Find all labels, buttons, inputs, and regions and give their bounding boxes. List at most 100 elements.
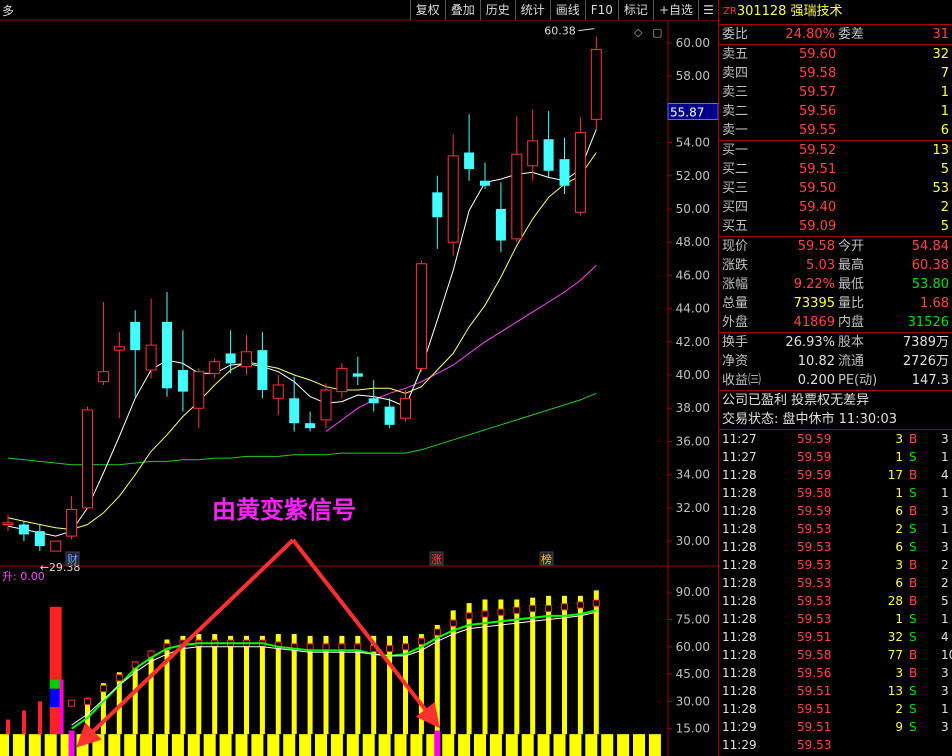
trade-row-13: 11:28 59.56 3 B 3 xyxy=(719,664,952,682)
trade-price: 59.53 xyxy=(797,576,832,590)
toolbar-button-7[interactable]: +自选 xyxy=(652,0,698,20)
share-row-2: 收益㈢ 0.200 PE(动) 147.3 xyxy=(719,371,952,390)
ind-left-bar-0 xyxy=(6,719,10,735)
share-stats: 换手 26.93% 股本 7389万 净资 10.82 流通 2726万 收益㈢ 0.200 PE(… xyxy=(719,333,952,391)
candle-body-12 xyxy=(193,371,205,409)
stat-row-1: 涨跌 5.03 最高 60.38 xyxy=(719,256,952,275)
kline-chart-svg[interactable]: 60.0058.0056.0054.0052.0050.0048.0046.00… xyxy=(0,0,718,756)
trade-volume: 1 xyxy=(895,612,903,626)
tick-trades-list[interactable]: 11:27 59.59 3 B 3 11:27 59.59 1 S 1 11:28 59.59 17 B 4… xyxy=(719,430,952,754)
ma5-line xyxy=(7,129,597,537)
stat-value-1: 59.58 xyxy=(797,239,835,254)
trade-volume: 1 xyxy=(895,486,903,500)
candle-body-31 xyxy=(495,208,506,241)
trade-time: 11:29 xyxy=(722,738,757,752)
signal-arrow-right xyxy=(291,538,440,729)
ind-mid-box-20 xyxy=(322,643,330,651)
trade-direction: B xyxy=(909,648,918,662)
ind-base-bar-24 xyxy=(378,734,391,756)
toolbar-button-4[interactable]: 画线 xyxy=(549,0,585,20)
toolbar-button-0[interactable]: 复权 xyxy=(409,0,445,20)
stock-header[interactable]: ZR301128 强瑞技术 xyxy=(719,0,952,25)
candle-body-10 xyxy=(162,321,172,389)
stat-row-0: 现价 59.58 今开 54.84 xyxy=(719,237,952,256)
bid-volume: 5 xyxy=(940,219,949,234)
ind-tall-bar-37 xyxy=(593,590,599,735)
ind-base-bar-34 xyxy=(537,734,550,756)
ask-volume: 6 xyxy=(940,123,949,138)
trade-volume: 1 xyxy=(895,450,903,464)
trade-row-16: 11:29 59.51 9 S 3 xyxy=(719,718,952,736)
trade-time: 11:28 xyxy=(722,504,757,518)
trade-price: 59.51 xyxy=(797,630,832,644)
bid-price: 59.09 xyxy=(799,219,837,234)
trade-direction: S xyxy=(909,720,917,734)
signal-annotation: 由黄变紫信号 xyxy=(212,496,356,524)
candle-body-29 xyxy=(464,152,475,170)
grid-menu-icon[interactable]: ☰ xyxy=(698,0,718,20)
ind-base-bar-26 xyxy=(410,734,423,756)
ind-mid-box-25 xyxy=(402,643,409,651)
trade-time: 11:28 xyxy=(722,630,757,644)
trade-direction: S xyxy=(909,684,917,698)
price-tick-label-1: 58.00 xyxy=(676,69,710,83)
ind-tall-bar-31 xyxy=(498,599,504,735)
toolbar-button-2[interactable]: 历史 xyxy=(479,0,515,20)
candle-body-2 xyxy=(34,531,45,547)
stat-value-2: 1.68 xyxy=(920,296,949,311)
stat-label-1: 涨幅 xyxy=(722,277,749,292)
trade-direction: B xyxy=(909,594,918,608)
ind-base-bar-12 xyxy=(187,734,200,756)
ind-pink-bar xyxy=(59,679,64,735)
stat-value-1: 73395 xyxy=(793,296,835,311)
candle-body-9 xyxy=(145,344,157,371)
kline-chart-area[interactable]: 60.0058.0056.0054.0052.0050.0048.0046.00… xyxy=(0,0,718,756)
trade-price: 59.53 xyxy=(797,594,832,608)
bid-price: 59.40 xyxy=(799,200,837,215)
ind-mid-box-6 xyxy=(99,685,107,693)
stat-row-2: 涨幅 9.22% 最低 53.80 xyxy=(719,275,952,294)
toolbar-button-3[interactable]: 统计 xyxy=(514,0,550,20)
high-price-pointer xyxy=(578,28,595,32)
price-tick-label-7: 46.00 xyxy=(676,268,710,282)
price-tick-label-5: 50.00 xyxy=(676,202,710,216)
candle-body-7 xyxy=(113,346,125,351)
trade-price: 59.51 xyxy=(797,720,832,734)
ask-row-4: 卖一 59.55 6 xyxy=(719,121,952,140)
candle-body-28 xyxy=(447,155,459,243)
trade-count: 1 xyxy=(941,522,949,536)
ask-volume: 7 xyxy=(940,66,949,81)
ind-base-bar-39 xyxy=(617,734,630,756)
event-marker-0: 财 xyxy=(67,552,78,566)
share-label-2: 股本 xyxy=(838,335,865,350)
trade-direction: S xyxy=(909,522,917,536)
toolbar-button-1[interactable]: 叠加 xyxy=(444,0,480,20)
toolbar-button-6[interactable]: 标记 xyxy=(617,0,653,20)
trade-time: 11:28 xyxy=(722,540,757,554)
trade-price: 59.59 xyxy=(797,468,832,482)
trade-row-12: 11:28 59.58 77 B 10 xyxy=(719,646,952,664)
trade-time: 11:28 xyxy=(722,684,757,698)
current-price-tag: 55.87 xyxy=(670,105,704,119)
stat-label-2: 内盘 xyxy=(838,315,865,330)
candle-body-8 xyxy=(130,321,141,351)
candle-body-30 xyxy=(480,180,490,186)
ask-label: 卖五 xyxy=(722,47,749,62)
price-tick-label-15: 30.00 xyxy=(676,534,710,548)
bid-volume: 2 xyxy=(940,200,949,215)
ind-tick-label-4: 30.00 xyxy=(676,694,710,708)
candle-body-13 xyxy=(209,361,221,374)
share-label-1: 净资 xyxy=(722,354,749,369)
ask-price: 59.56 xyxy=(799,104,837,119)
ask-label: 卖一 xyxy=(722,123,749,138)
trade-count: 3 xyxy=(941,540,949,554)
candle-body-25 xyxy=(400,397,411,419)
ind-base-bar-1 xyxy=(12,734,25,756)
trade-direction: B xyxy=(909,666,918,680)
ind-tall-bar-29 xyxy=(466,603,472,735)
trade-count: 5 xyxy=(941,594,949,608)
toolbar-button-5[interactable]: F10 xyxy=(584,0,618,20)
trade-count: 3 xyxy=(941,432,949,446)
stat-row-4: 外盘 41869 内盘 31526 xyxy=(719,313,952,332)
trade-time: 11:29 xyxy=(722,720,757,734)
